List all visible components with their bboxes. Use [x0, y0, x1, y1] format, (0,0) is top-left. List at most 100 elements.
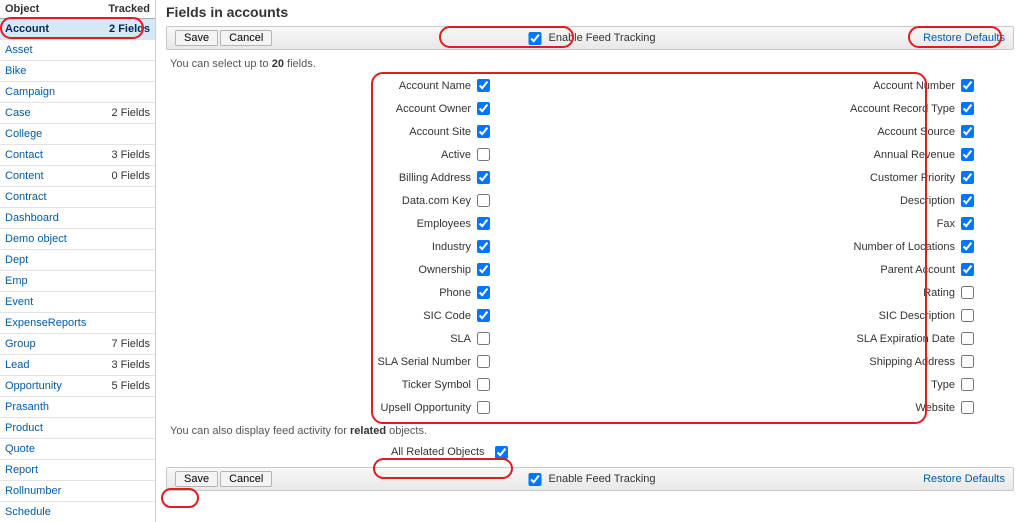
object-row[interactable]: Contract	[0, 187, 155, 208]
object-row[interactable]: College	[0, 124, 155, 145]
object-name[interactable]: Contract	[0, 187, 99, 208]
object-name[interactable]: Lead	[0, 355, 99, 376]
field-checkbox[interactable]	[961, 148, 974, 161]
field-checkbox[interactable]	[961, 263, 974, 276]
object-name[interactable]: Content	[0, 166, 99, 187]
restore-defaults-link[interactable]: Restore Defaults	[923, 32, 1005, 44]
field-checkbox[interactable]	[477, 401, 490, 414]
field-checkbox[interactable]	[477, 125, 490, 138]
object-name[interactable]: Rollnumber	[0, 481, 99, 502]
field-checkbox[interactable]	[961, 194, 974, 207]
field-label: Shipping Address	[869, 356, 961, 368]
field-checkbox[interactable]	[477, 240, 490, 253]
field-checkbox[interactable]	[477, 79, 490, 92]
object-name[interactable]: Emp	[0, 271, 99, 292]
enable-feed-tracking-checkbox[interactable]	[528, 32, 541, 45]
object-name[interactable]: Dept	[0, 250, 99, 271]
field-row: Shipping Address	[690, 350, 974, 373]
object-name[interactable]: Report	[0, 460, 99, 481]
object-row[interactable]: Emp	[0, 271, 155, 292]
field-checkbox[interactable]	[961, 79, 974, 92]
object-row[interactable]: Schedule	[0, 502, 155, 522]
object-row[interactable]: Content0 Fields	[0, 166, 155, 187]
object-name[interactable]: Asset	[0, 40, 99, 61]
object-name[interactable]: ExpenseReports	[0, 313, 99, 334]
field-row: Number of Locations	[690, 235, 974, 258]
all-related-checkbox[interactable]	[495, 446, 508, 459]
save-button[interactable]: Save	[175, 30, 218, 46]
all-related-label: All Related Objects	[391, 446, 491, 458]
field-row: Billing Address	[206, 166, 490, 189]
field-checkbox[interactable]	[477, 332, 490, 345]
field-checkbox[interactable]	[477, 102, 490, 115]
object-name[interactable]: Contact	[0, 145, 99, 166]
object-name[interactable]: Bike	[0, 61, 99, 82]
field-label: Account Number	[873, 80, 961, 92]
field-checkbox[interactable]	[477, 148, 490, 161]
object-name[interactable]: Campaign	[0, 82, 99, 103]
object-name[interactable]: Product	[0, 418, 99, 439]
object-name[interactable]: Prasanth	[0, 397, 99, 418]
field-checkbox[interactable]	[961, 240, 974, 253]
object-tracked	[99, 40, 155, 61]
object-row[interactable]: Quote	[0, 439, 155, 460]
object-tracked	[99, 61, 155, 82]
object-tracked	[99, 397, 155, 418]
object-name[interactable]: Group	[0, 334, 99, 355]
object-list-sidebar[interactable]: Object Tracked Account2 FieldsAssetBikeC…	[0, 0, 156, 522]
field-checkbox[interactable]	[961, 332, 974, 345]
cancel-button-bottom[interactable]: Cancel	[220, 471, 272, 487]
object-name[interactable]: College	[0, 124, 99, 145]
field-checkbox[interactable]	[961, 309, 974, 322]
object-row[interactable]: Case2 Fields	[0, 103, 155, 124]
object-name[interactable]: Dashboard	[0, 208, 99, 229]
field-checkbox[interactable]	[961, 171, 974, 184]
object-row[interactable]: Report	[0, 460, 155, 481]
field-checkbox[interactable]	[961, 125, 974, 138]
object-row[interactable]: Opportunity5 Fields	[0, 376, 155, 397]
object-name[interactable]: Event	[0, 292, 99, 313]
object-name[interactable]: Opportunity	[0, 376, 99, 397]
object-name[interactable]: Schedule	[0, 502, 99, 522]
object-row[interactable]: Contact3 Fields	[0, 145, 155, 166]
field-checkbox[interactable]	[961, 378, 974, 391]
save-button-bottom[interactable]: Save	[175, 471, 218, 487]
field-checkbox[interactable]	[961, 355, 974, 368]
field-checkbox[interactable]	[477, 263, 490, 276]
object-row[interactable]: Bike	[0, 61, 155, 82]
object-row[interactable]: Dept	[0, 250, 155, 271]
field-label: SLA Serial Number	[377, 356, 477, 368]
object-row[interactable]: Product	[0, 418, 155, 439]
field-row: Employees	[206, 212, 490, 235]
enable-feed-tracking-checkbox-bottom[interactable]	[528, 473, 541, 486]
object-row[interactable]: Demo object	[0, 229, 155, 250]
object-row[interactable]: Prasanth	[0, 397, 155, 418]
restore-defaults-link-bottom[interactable]: Restore Defaults	[923, 473, 1005, 485]
object-tracked	[99, 208, 155, 229]
object-row[interactable]: Account2 Fields	[0, 19, 155, 40]
field-checkbox[interactable]	[961, 102, 974, 115]
field-checkbox[interactable]	[477, 194, 490, 207]
object-row[interactable]: Dashboard	[0, 208, 155, 229]
object-name[interactable]: Case	[0, 103, 99, 124]
object-row[interactable]: Asset	[0, 40, 155, 61]
object-name[interactable]: Quote	[0, 439, 99, 460]
field-checkbox[interactable]	[477, 309, 490, 322]
object-name[interactable]: Demo object	[0, 229, 99, 250]
field-checkbox[interactable]	[477, 286, 490, 299]
field-checkbox[interactable]	[477, 217, 490, 230]
object-row[interactable]: Rollnumber	[0, 481, 155, 502]
object-name[interactable]: Account	[0, 19, 99, 40]
object-row[interactable]: Campaign	[0, 82, 155, 103]
field-checkbox[interactable]	[961, 401, 974, 414]
object-row[interactable]: Group7 Fields	[0, 334, 155, 355]
field-checkbox[interactable]	[961, 286, 974, 299]
field-checkbox[interactable]	[477, 171, 490, 184]
field-checkbox[interactable]	[477, 355, 490, 368]
field-checkbox[interactable]	[477, 378, 490, 391]
cancel-button[interactable]: Cancel	[220, 30, 272, 46]
field-checkbox[interactable]	[961, 217, 974, 230]
object-row[interactable]: Event	[0, 292, 155, 313]
object-row[interactable]: ExpenseReports	[0, 313, 155, 334]
object-row[interactable]: Lead3 Fields	[0, 355, 155, 376]
